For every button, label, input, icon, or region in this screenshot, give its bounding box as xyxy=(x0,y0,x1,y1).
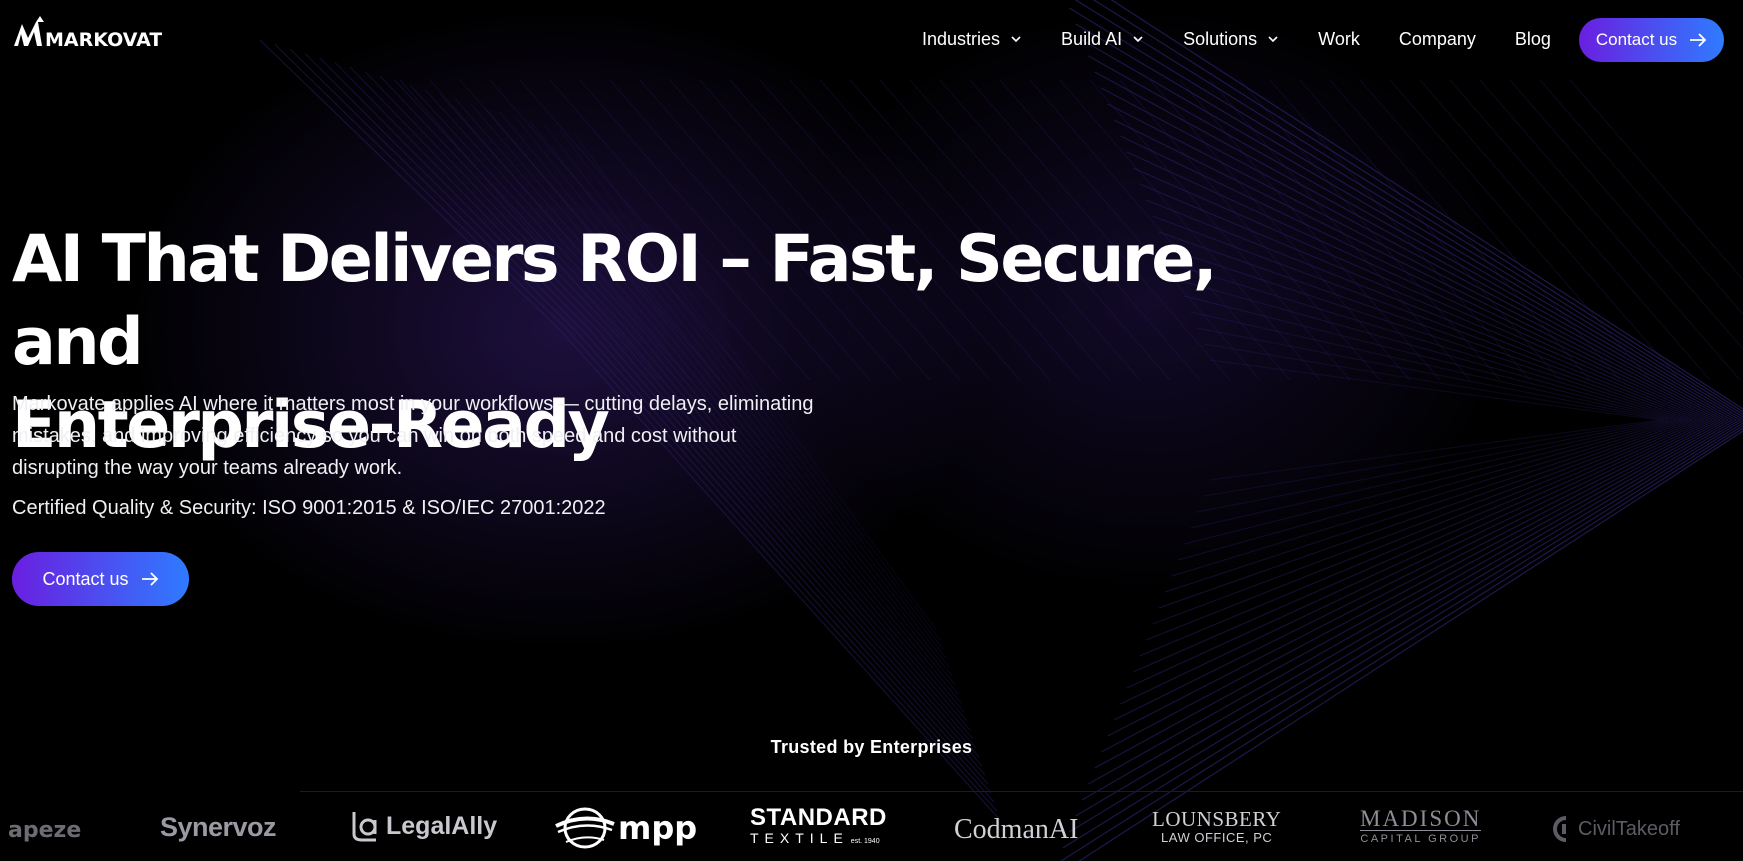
nav-item-solutions[interactable]: Solutions xyxy=(1183,29,1279,50)
chevron-down-icon xyxy=(1268,36,1278,43)
nav-item-company[interactable]: Company xyxy=(1399,29,1476,50)
nav-item-label: Industries xyxy=(922,28,1001,49)
nav-item-work[interactable]: Work xyxy=(1318,29,1360,50)
client-logo-lounsbery: LOUNSBERY LAW OFFICE, PC xyxy=(1152,808,1281,846)
logo-wordmark: MARKOVATE xyxy=(45,29,162,51)
markovate-logo-mark: MARKOVATE xyxy=(14,16,162,51)
client-logo-apeze: apeze xyxy=(8,818,81,843)
civiltakeoff-mark-icon xyxy=(1553,816,1567,842)
client-logo-text: apeze xyxy=(8,818,82,843)
nav-menu: Industries Build AI Solutions Work Compa… xyxy=(922,22,1590,56)
client-logo-text: Synervoz xyxy=(160,812,277,842)
nav-item-label: Build AI xyxy=(1061,28,1123,49)
logos-divider xyxy=(300,791,1743,792)
client-logo-text: CivilTakeoff xyxy=(1578,817,1680,840)
hero-subtext: Markovate applies AI where it matters mo… xyxy=(12,388,872,484)
hero-headline-line: AI That Delivers ROI – Fast, Secure, and xyxy=(12,222,1218,380)
client-logo-subtext: CAPITAL GROUP xyxy=(1360,830,1481,847)
client-logo-standard-textile: STANDARD TEXTILE est. 1940 xyxy=(750,804,887,847)
nav-item-label: Work xyxy=(1318,28,1360,49)
client-logo-legalally: LegalAlly xyxy=(350,810,497,842)
hero-subtext-line: mistakes, and improving efficiency so yo… xyxy=(12,425,737,447)
client-logo-mpp: mpp xyxy=(554,806,697,850)
client-logo-subtext: LAW OFFICE, PC xyxy=(1161,830,1273,845)
nav-item-label: Solutions xyxy=(1183,28,1258,49)
client-logo-synervoz: Synervoz xyxy=(160,812,277,843)
arrow-right-icon xyxy=(1690,33,1707,47)
top-navigation: MARKOVATE Industries Build AI Solutions … xyxy=(0,0,1743,78)
client-logo-text: LOUNSBERY xyxy=(1152,807,1282,831)
client-logo-text: CodmanAI xyxy=(954,814,1079,845)
hero-subtext-line: Markovate applies AI where it matters mo… xyxy=(12,393,814,415)
client-logo-civiltakeoff: CivilTakeoff xyxy=(1552,816,1680,842)
chevron-down-icon xyxy=(1011,36,1021,43)
markovate-logo[interactable]: MARKOVATE xyxy=(12,12,162,52)
chevron-down-icon xyxy=(1133,36,1143,43)
hero-subtext-line: disrupting the way your teams already wo… xyxy=(12,457,403,479)
client-logo-text: STANDARD xyxy=(750,804,887,831)
nav-contact-label: Contact us xyxy=(1595,30,1678,49)
arrow-right-icon xyxy=(141,572,158,586)
hero-contact-button[interactable]: Contact us xyxy=(12,552,189,606)
client-logo-strip: apeze Synervoz LegalAlly mpp STANDARD TE… xyxy=(0,800,1743,861)
client-logo-subtext: TEXTILE xyxy=(750,830,849,846)
client-logo-text: LegalAlly xyxy=(386,811,498,840)
nav-item-build-ai[interactable]: Build AI xyxy=(1061,29,1144,50)
client-logo-codmanai: CodmanAI xyxy=(954,814,1078,846)
trusted-heading: Trusted by Enterprises xyxy=(770,737,973,757)
client-logo-madison: MADISON CAPITAL GROUP xyxy=(1360,806,1482,847)
legalally-mark-icon xyxy=(352,812,377,842)
mpp-globe-icon xyxy=(555,807,615,849)
certification-text: Certified Quality & Security: ISO 9001:2… xyxy=(12,497,606,519)
client-logo-small: est. 1940 xyxy=(850,838,880,845)
nav-contact-button[interactable]: Contact us xyxy=(1579,18,1724,62)
client-logo-text: MADISON xyxy=(1360,806,1482,831)
nav-item-label: Company xyxy=(1398,28,1476,49)
hero-contact-label: Contact us xyxy=(42,568,129,589)
nav-item-blog[interactable]: Blog xyxy=(1515,29,1551,50)
nav-item-industries[interactable]: Industries xyxy=(922,29,1022,50)
client-logo-text: mpp xyxy=(618,809,698,847)
nav-item-label: Blog xyxy=(1514,28,1551,49)
